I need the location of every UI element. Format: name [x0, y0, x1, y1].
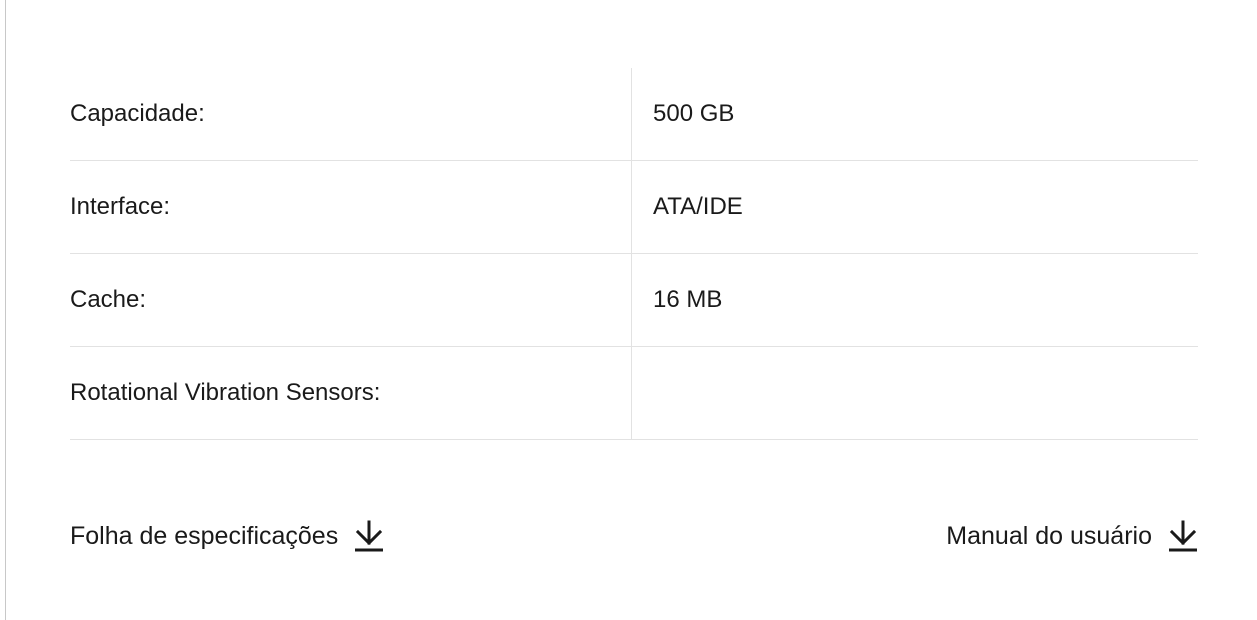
spec-label: Interface: [70, 161, 632, 253]
left-divider [5, 0, 6, 620]
spec-label: Cache: [70, 254, 632, 346]
datasheet-download-link[interactable]: Folha de especificações [70, 519, 386, 553]
spec-label: Rotational Vibration Sensors: [70, 347, 632, 439]
downloads-bar: Folha de especificações Manual do usuári… [70, 512, 1200, 560]
spec-table: Capacidade: 500 GB Interface: ATA/IDE Ca… [70, 68, 1198, 440]
download-arrow-icon [1166, 519, 1200, 553]
spec-row-rotational-vibration: Rotational Vibration Sensors: [70, 347, 1198, 440]
download-arrow-icon [352, 519, 386, 553]
spec-row-capacity: Capacidade: 500 GB [70, 68, 1198, 161]
datasheet-download-label: Folha de especificações [70, 521, 339, 550]
spec-label: Capacidade: [70, 68, 632, 160]
product-specs-page: Capacidade: 500 GB Interface: ATA/IDE Ca… [0, 0, 1257, 620]
spec-value: 16 MB [653, 286, 723, 313]
spec-row-cache: Cache: 16 MB [70, 254, 1198, 347]
spec-value: ATA/IDE [653, 193, 743, 220]
manual-download-link[interactable]: Manual do usuário [946, 519, 1200, 553]
spec-row-interface: Interface: ATA/IDE [70, 161, 1198, 254]
manual-download-label: Manual do usuário [946, 521, 1152, 550]
spec-value: 500 GB [653, 100, 735, 127]
spec-value [632, 347, 1198, 439]
